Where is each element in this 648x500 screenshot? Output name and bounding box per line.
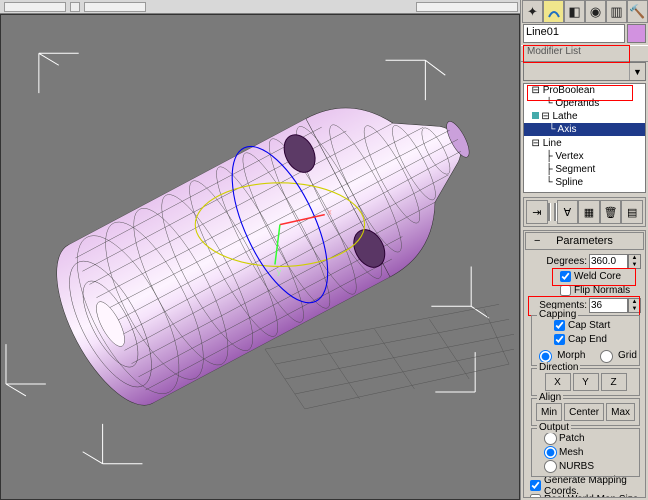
cap-start-label: Cap Start [568, 320, 610, 331]
morph-label: Morph [557, 350, 585, 361]
object-color-swatch[interactable] [627, 24, 646, 43]
output-nurbs-radio[interactable] [544, 460, 557, 473]
output-mesh-label: Mesh [559, 447, 583, 458]
flip-normals-checkbox[interactable] [560, 285, 571, 296]
hierarchy-tab-icon[interactable]: ◧ [564, 0, 585, 23]
direction-y-button[interactable]: Y [573, 373, 599, 391]
panel-tab-row: ✦ ◧ ◉ ▥ 🔨 [521, 0, 648, 22]
stack-toolbar: ⇥ ∀ ▦ 🗑 ▤ [523, 197, 646, 227]
cap-end-checkbox[interactable] [554, 334, 565, 345]
perspective-viewport[interactable]: x y [0, 14, 520, 500]
output-mesh-radio[interactable] [544, 446, 557, 459]
flip-normals-label: Flip Normals [574, 285, 630, 296]
top-toolbar-strip [0, 0, 520, 14]
parameters-rollout-header[interactable]: − Parameters [525, 232, 644, 250]
annotation-box-weldcore [552, 268, 636, 286]
output-patch-radio[interactable] [544, 432, 557, 445]
output-patch-label: Patch [559, 433, 585, 444]
remove-modifier-button[interactable]: 🗑 [600, 200, 622, 224]
cap-start-checkbox[interactable] [554, 320, 565, 331]
direction-x-button[interactable]: X [545, 373, 571, 391]
real-world-label: Real-World Map Size [544, 494, 638, 498]
align-center-button[interactable]: Center [564, 403, 604, 421]
configure-sets-button[interactable]: ▤ [621, 200, 643, 224]
annotation-box-proboolean [527, 85, 633, 101]
grid-label: Grid [618, 350, 637, 361]
modify-tab-icon[interactable] [543, 0, 564, 23]
display-tab-icon[interactable]: ▥ [606, 0, 627, 23]
degrees-spinner[interactable]: ▲▼ [589, 254, 641, 269]
object-name-field[interactable]: Line01 [523, 24, 625, 43]
make-unique-button[interactable]: ▦ [578, 200, 600, 224]
command-panel: ✦ ◧ ◉ ▥ 🔨 Line01 Modifier List ▼ ⊟ ProBo… [520, 0, 648, 500]
output-nurbs-label: NURBS [559, 461, 594, 472]
motion-tab-icon[interactable]: ◉ [585, 0, 606, 23]
create-tab-icon[interactable]: ✦ [522, 0, 543, 23]
degrees-label: Degrees: [546, 256, 587, 267]
modifier-stack[interactable]: ⊟ ProBoolean └ Operands ⊟ Lathe └ Axis ⊟… [523, 83, 646, 193]
align-max-button[interactable]: Max [606, 403, 635, 421]
direction-z-button[interactable]: Z [601, 373, 627, 391]
svg-text:x: x [328, 208, 332, 217]
annotation-box-modlist [523, 45, 630, 63]
real-world-checkbox[interactable] [530, 494, 541, 498]
modifier-list-dropdown[interactable]: ▼ [523, 62, 646, 81]
show-end-result-button[interactable]: ∀ [557, 200, 579, 224]
utilities-tab-icon[interactable]: 🔨 [627, 0, 648, 23]
pin-stack-button[interactable]: ⇥ [526, 200, 548, 224]
grid-radio[interactable] [600, 350, 613, 363]
output-group: Output Patch Mesh NURBS [531, 428, 640, 477]
cap-end-label: Cap End [568, 334, 607, 345]
align-min-button[interactable]: Min [536, 403, 562, 421]
svg-text:y: y [277, 267, 281, 276]
viewport-column: x y [0, 0, 520, 500]
gen-mapping-checkbox[interactable] [530, 480, 541, 491]
capping-group: Capping Cap Start Cap End Morph Grid [531, 315, 640, 366]
